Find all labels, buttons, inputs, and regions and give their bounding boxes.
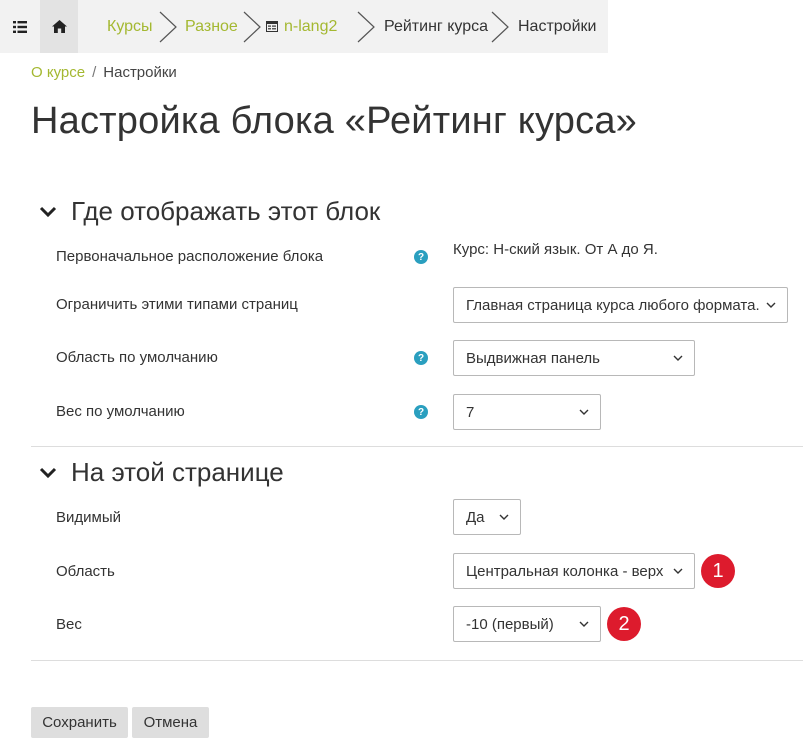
default-region-select[interactable]: Выдвижная панель: [453, 340, 695, 376]
help-icon[interactable]: ?: [414, 351, 428, 365]
breadcrumb-settings: Настройки: [518, 17, 597, 35]
chevron-down-icon: [766, 302, 776, 308]
home-icon: [51, 20, 67, 33]
breadcrumb-misc[interactable]: Разное: [185, 0, 238, 53]
select-value: Главная страница курса любого формата.: [466, 296, 760, 314]
menu-toggle-button[interactable]: [0, 0, 40, 53]
breadcrumb-separator: [357, 11, 375, 43]
divider: [31, 660, 803, 661]
breadcrumb-courses[interactable]: Курсы: [107, 0, 153, 53]
chevron-down-icon: [673, 568, 683, 574]
breadcrumb-block[interactable]: Рейтинг курса: [384, 0, 488, 53]
divider: [31, 446, 803, 447]
select-value: 7: [466, 403, 475, 421]
page-breadcrumb: О курсе / Настройки: [31, 64, 177, 81]
home-button[interactable]: [40, 0, 78, 53]
select-value: Выдвижная панель: [466, 349, 600, 367]
breadcrumb-separator: [159, 11, 177, 43]
help-icon[interactable]: ?: [414, 405, 428, 419]
region-select[interactable]: Центральная колонка - верх: [453, 553, 695, 589]
section-title: На этой странице: [71, 457, 284, 487]
initial-location-value: Курс: Н-ский язык. От А до Я.: [453, 241, 658, 258]
navbar: Курсы Разное n-lang2 Рейтинг курса Настр…: [0, 0, 608, 53]
section-header-on-this-page[interactable]: На этой странице: [38, 457, 284, 488]
label-default-weight: Вес по умолчанию: [56, 403, 185, 420]
select-value: Да: [466, 508, 485, 526]
label-initial-location: Первоначальное расположение блока: [56, 248, 324, 265]
section-header-where-display[interactable]: Где отображать этот блок: [38, 196, 380, 227]
breadcrumb-course[interactable]: n-lang2: [266, 0, 337, 53]
save-button[interactable]: Сохранить: [31, 707, 128, 738]
label-default-region: Область по умолчанию: [56, 349, 218, 366]
breadcrumb-current: Настройки: [103, 64, 177, 81]
annotation-badge-2: 2: [607, 607, 641, 641]
page-types-select[interactable]: Главная страница курса любого формата.: [453, 287, 788, 323]
chevron-down-icon: [39, 467, 57, 478]
chevron-down-icon: [39, 206, 57, 217]
list-icon: [13, 20, 27, 33]
label-page-types: Ограничить этими типами страниц: [56, 296, 298, 313]
section-title: Где отображать этот блок: [71, 196, 381, 226]
select-value: -10 (первый): [466, 615, 554, 633]
chevron-down-icon: [673, 355, 683, 361]
cancel-button[interactable]: Отмена: [132, 707, 209, 738]
chevron-down-icon: [579, 409, 589, 415]
label-visible: Видимый: [56, 509, 121, 526]
label-weight: Вес: [56, 616, 82, 633]
chevron-down-icon: [499, 514, 509, 520]
weight-select[interactable]: -10 (первый): [453, 606, 601, 642]
chevron-down-icon: [579, 621, 589, 627]
label-region: Область: [56, 563, 115, 580]
breadcrumb-about-link[interactable]: О курсе: [31, 64, 85, 81]
breadcrumb-course-label: n-lang2: [284, 17, 338, 35]
page-title: Настройка блока «Рейтинг курса»: [31, 100, 637, 142]
breadcrumb-separator: [491, 11, 509, 43]
course-icon: [266, 21, 278, 32]
help-icon[interactable]: ?: [414, 250, 428, 264]
annotation-badge-1: 1: [701, 554, 735, 588]
select-value: Центральная колонка - верх: [466, 562, 664, 580]
breadcrumb-slash: /: [92, 64, 97, 81]
visible-select[interactable]: Да: [453, 499, 521, 535]
breadcrumb-separator: [243, 11, 261, 43]
default-weight-select[interactable]: 7: [453, 394, 601, 430]
